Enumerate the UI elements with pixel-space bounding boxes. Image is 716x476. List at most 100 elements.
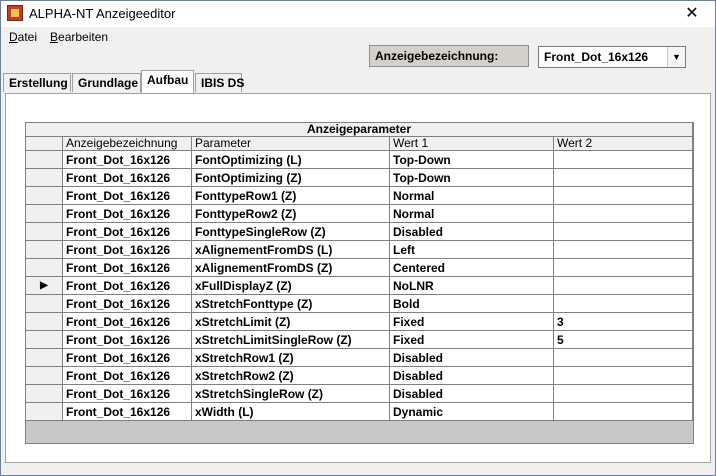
close-button[interactable]: ✕ [669, 1, 715, 27]
value2-cell[interactable] [553, 258, 693, 277]
display-name-cell[interactable]: Front_Dot_16x126 [62, 348, 192, 367]
value2-cell[interactable] [553, 222, 693, 241]
row-indicator-cell[interactable] [25, 366, 63, 385]
table-row[interactable]: Front_Dot_16x126 xStretchSingleRow (Z) Dis… [25, 384, 693, 403]
parameter-cell[interactable]: FonttypeRow2 (Z) [191, 204, 390, 223]
value1-cell[interactable]: Disabled [389, 348, 554, 367]
value1-cell[interactable]: Fixed [389, 330, 554, 349]
parameter-cell[interactable]: FonttypeSingleRow (Z) [191, 222, 390, 241]
column-header-parameter[interactable]: Parameter [191, 136, 390, 151]
display-name-cell[interactable]: Front_Dot_16x126 [62, 366, 192, 385]
value1-cell[interactable]: Disabled [389, 222, 554, 241]
value2-cell[interactable] [553, 276, 693, 295]
value1-cell[interactable]: Normal [389, 186, 554, 205]
tab-erstellung[interactable]: Erstellung [3, 73, 71, 92]
row-indicator-cell[interactable] [25, 384, 63, 403]
value1-cell[interactable]: Top-Down [389, 150, 554, 169]
parameter-cell[interactable]: xStretchFonttype (Z) [191, 294, 390, 313]
table-row[interactable]: Front_Dot_16x126 FonttypeRow2 (Z) Normal [25, 204, 693, 223]
value2-cell[interactable] [553, 366, 693, 385]
value1-cell[interactable]: Disabled [389, 384, 554, 403]
parameter-cell[interactable]: xStretchSingleRow (Z) [191, 384, 390, 403]
display-name-cell[interactable]: Front_Dot_16x126 [62, 150, 192, 169]
display-name-cell[interactable]: Front_Dot_16x126 [62, 258, 192, 277]
value1-cell[interactable]: NoLNR [389, 276, 554, 295]
menu-datei[interactable]: Datei [9, 30, 37, 44]
row-indicator-cell[interactable] [25, 204, 63, 223]
current-row-indicator-icon[interactable]: ▶ [25, 276, 63, 295]
table-row[interactable]: Front_Dot_16x126 FontOptimizing (L) Top-Do… [25, 150, 693, 169]
parameter-cell[interactable]: xStretchLimit (Z) [191, 312, 390, 331]
column-header-wert2[interactable]: Wert 2 [553, 136, 693, 151]
value1-cell[interactable]: Normal [389, 204, 554, 223]
table-row[interactable]: ▶ Front_Dot_16x126 xFullDisplayZ (Z) NoLNR [25, 276, 693, 295]
row-indicator-cell[interactable] [25, 330, 63, 349]
value2-cell[interactable] [553, 384, 693, 403]
row-indicator-cell[interactable] [25, 402, 63, 421]
display-name-combo[interactable]: Front_Dot_16x126 ▼ [538, 46, 686, 68]
display-name-cell[interactable]: Front_Dot_16x126 [62, 186, 192, 205]
table-row[interactable]: Front_Dot_16x126 xAlignementFromDS (L) Lef… [25, 240, 693, 259]
table-row[interactable]: Front_Dot_16x126 FontOptimizing (Z) Top-Do… [25, 168, 693, 187]
row-indicator-cell[interactable] [25, 222, 63, 241]
parameter-grid[interactable]: Anzeigeparameter Anzeigebezeichnung Para… [25, 122, 693, 421]
chevron-down-icon[interactable]: ▼ [667, 47, 685, 67]
display-name-cell[interactable]: Front_Dot_16x126 [62, 168, 192, 187]
table-row[interactable]: Front_Dot_16x126 xStretchRow1 (Z) Disabled [25, 348, 693, 367]
row-indicator-cell[interactable] [25, 240, 63, 259]
table-row[interactable]: Front_Dot_16x126 xStretchLimit (Z) Fixed 3 [25, 312, 693, 331]
value2-cell[interactable] [553, 186, 693, 205]
row-indicator-cell[interactable] [25, 348, 63, 367]
parameter-cell[interactable]: xAlignementFromDS (Z) [191, 258, 390, 277]
column-header-wert1[interactable]: Wert 1 [389, 136, 554, 151]
value2-cell[interactable]: 3 [553, 312, 693, 331]
value1-cell[interactable]: Centered [389, 258, 554, 277]
display-name-cell[interactable]: Front_Dot_16x126 [62, 312, 192, 331]
value2-cell[interactable] [553, 402, 693, 421]
value1-cell[interactable]: Dynamic [389, 402, 554, 421]
table-row[interactable]: Front_Dot_16x126 FonttypeRow1 (Z) Normal [25, 186, 693, 205]
value1-cell[interactable]: Top-Down [389, 168, 554, 187]
value1-cell[interactable]: Fixed [389, 312, 554, 331]
table-row[interactable]: Front_Dot_16x126 FonttypeSingleRow (Z) Dis… [25, 222, 693, 241]
tab-ibis-ds[interactable]: IBIS DS [195, 73, 244, 92]
row-indicator-cell[interactable] [25, 312, 63, 331]
row-indicator-cell[interactable] [25, 294, 63, 313]
display-name-cell[interactable]: Front_Dot_16x126 [62, 384, 192, 403]
table-row[interactable]: Front_Dot_16x126 xAlignementFromDS (Z) Cen… [25, 258, 693, 277]
table-row[interactable]: Front_Dot_16x126 xStretchRow2 (Z) Disabled [25, 366, 693, 385]
row-indicator-cell[interactable] [25, 258, 63, 277]
parameter-cell[interactable]: xFullDisplayZ (Z) [191, 276, 390, 295]
value1-cell[interactable]: Disabled [389, 366, 554, 385]
display-name-cell[interactable]: Front_Dot_16x126 [62, 402, 192, 421]
value2-cell[interactable]: 5 [553, 330, 693, 349]
display-name-cell[interactable]: Front_Dot_16x126 [62, 294, 192, 313]
parameter-cell[interactable]: xStretchRow1 (Z) [191, 348, 390, 367]
parameter-cell[interactable]: xWidth (L) [191, 402, 390, 421]
display-name-cell[interactable]: Front_Dot_16x126 [62, 240, 192, 259]
value2-cell[interactable] [553, 294, 693, 313]
column-header-anzeigebezeichnung[interactable]: Anzeigebezeichnung [62, 136, 192, 151]
table-row[interactable]: Front_Dot_16x126 xStretchLimitSingleRow (… [25, 330, 693, 349]
value1-cell[interactable]: Bold [389, 294, 554, 313]
value2-cell[interactable] [553, 240, 693, 259]
table-row[interactable]: Front_Dot_16x126 xWidth (L) Dynamic [25, 402, 693, 421]
parameter-cell[interactable]: FontOptimizing (L) [191, 150, 390, 169]
parameter-cell[interactable]: xStretchLimitSingleRow (Z) [191, 330, 390, 349]
value2-cell[interactable] [553, 204, 693, 223]
table-row[interactable]: Front_Dot_16x126 xStretchFonttype (Z) Bold [25, 294, 693, 313]
row-indicator-cell[interactable] [25, 186, 63, 205]
value2-cell[interactable] [553, 150, 693, 169]
display-name-cell[interactable]: Front_Dot_16x126 [62, 330, 192, 349]
display-name-cell[interactable]: Front_Dot_16x126 [62, 276, 192, 295]
value1-cell[interactable]: Left [389, 240, 554, 259]
display-name-cell[interactable]: Front_Dot_16x126 [62, 204, 192, 223]
tab-aufbau[interactable]: Aufbau [141, 70, 194, 93]
value2-cell[interactable] [553, 348, 693, 367]
row-indicator-cell[interactable] [25, 150, 63, 169]
parameter-cell[interactable]: FonttypeRow1 (Z) [191, 186, 390, 205]
parameter-cell[interactable]: FontOptimizing (Z) [191, 168, 390, 187]
row-indicator-cell[interactable] [25, 168, 63, 187]
parameter-cell[interactable]: xStretchRow2 (Z) [191, 366, 390, 385]
display-name-cell[interactable]: Front_Dot_16x126 [62, 222, 192, 241]
